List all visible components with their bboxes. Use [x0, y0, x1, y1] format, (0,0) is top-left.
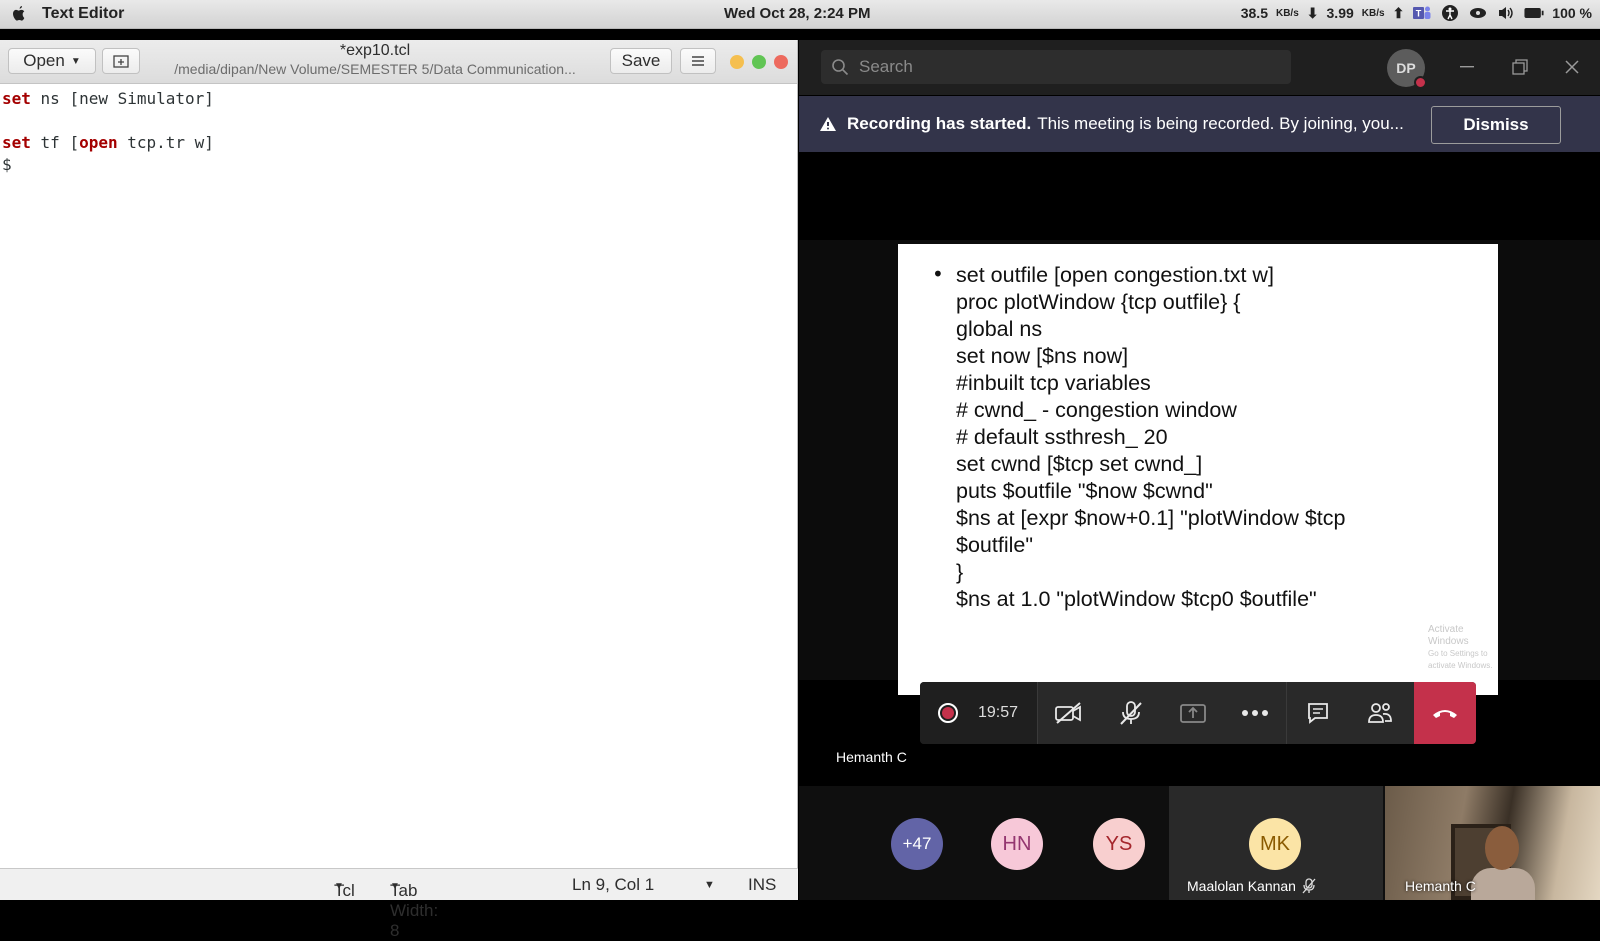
user-avatar[interactable]: DP — [1387, 49, 1427, 89]
code-editor-area[interactable]: set ns [new Simulator] ​set tf [open tcp.… — [2, 88, 214, 176]
teams-titlebar: Search DP — [799, 40, 1600, 95]
minimize-window-button[interactable] — [730, 55, 744, 69]
close-icon[interactable] — [1559, 54, 1585, 80]
presence-badge — [1414, 76, 1427, 89]
svg-text:T: T — [1416, 9, 1422, 19]
banner-message: This meeting is being recorded. By joini… — [1037, 114, 1404, 133]
more-participants-badge[interactable]: +47 — [891, 818, 943, 870]
mic-off-icon — [1302, 878, 1316, 894]
code-line: ​ — [2, 110, 214, 132]
share-screen-button[interactable] — [1162, 682, 1224, 744]
hamburger-menu-button[interactable] — [680, 48, 716, 74]
search-icon — [832, 59, 849, 76]
leave-call-button[interactable] — [1414, 682, 1476, 744]
participant-name: Maalolan Kannan — [1187, 878, 1316, 894]
chevron-down-icon: ▼ — [390, 881, 400, 892]
activation-watermark: Activate Windows Go to Settings to activ… — [1428, 624, 1493, 670]
video-person-face — [1485, 826, 1519, 870]
participant-name: Hemanth C — [1405, 878, 1476, 894]
warning-icon — [820, 117, 836, 131]
maximize-window-button[interactable] — [752, 55, 766, 69]
download-unit: KB/s — [1275, 7, 1299, 19]
upload-speed: 3.99 — [1326, 5, 1354, 21]
editor-statusbar: Tcl ▼ Tab Width: 8 ▼ Ln 9, Col 1 ▼ INS — [0, 868, 798, 940]
status-tray: 38.5 KB/s ⬇ 3.99 KB/s ⬆ T 100 % — [1241, 4, 1592, 22]
participant-avatar: MK — [1249, 818, 1301, 870]
document-title: *exp10.tcl /media/dipan/New Volume/SEMES… — [150, 42, 600, 77]
file-name: *exp10.tcl — [339, 42, 411, 59]
participant-avatar[interactable]: YS — [1093, 818, 1145, 870]
presenter-name-label: Hemanth C — [836, 749, 907, 765]
volume-icon[interactable] — [1496, 4, 1516, 22]
banner-title: Recording has started. — [847, 114, 1032, 133]
minimize-icon[interactable] — [1454, 54, 1480, 80]
camera-off-icon — [1055, 702, 1081, 724]
insert-mode-indicator[interactable]: INS — [748, 875, 776, 895]
new-tab-icon — [113, 55, 129, 68]
upload-unit: KB/s — [1361, 7, 1385, 19]
code-line: $ — [2, 155, 12, 174]
people-icon — [1368, 703, 1392, 723]
chevron-down-icon[interactable]: ▼ — [704, 879, 715, 891]
hang-up-icon — [1433, 710, 1457, 718]
file-path: /media/dipan/New Volume/SEMESTER 5/Data … — [174, 61, 576, 77]
search-placeholder: Search — [859, 57, 913, 76]
battery-percent: 100 % — [1552, 5, 1592, 21]
call-controls-bar: 19:57 — [920, 682, 1476, 744]
chat-icon — [1308, 703, 1328, 724]
apple-icon[interactable] — [10, 5, 28, 23]
shared-slide: • set outfile [open congestion.txt w] pro… — [898, 244, 1498, 695]
participant-gallery: +47 HN YS MK Maalolan Kannan Hemanth C — [799, 786, 1600, 900]
clock[interactable]: Wed Oct 28, 2:24 PM — [724, 5, 870, 22]
restore-icon[interactable] — [1507, 54, 1533, 80]
download-arrow-icon: ⬇ — [1306, 4, 1319, 21]
chat-button[interactable] — [1287, 682, 1349, 744]
open-button-label: Open — [23, 51, 65, 70]
video-person-body — [1471, 868, 1535, 900]
dismiss-button[interactable]: Dismiss — [1431, 106, 1561, 144]
participant-tile[interactable]: MK Maalolan Kannan — [1169, 786, 1383, 900]
hamburger-icon — [692, 56, 704, 66]
cursor-position[interactable]: Ln 9, Col 1 — [572, 875, 654, 895]
upload-arrow-icon: ⬆ — [1392, 4, 1405, 21]
new-document-button[interactable] — [102, 48, 140, 74]
active-app-name[interactable]: Text Editor — [42, 5, 124, 23]
system-menubar: Text Editor Wed Oct 28, 2:24 PM 38.5 KB/… — [0, 0, 1600, 29]
battery-icon[interactable] — [1524, 4, 1544, 22]
mic-off-icon — [1120, 701, 1142, 725]
code-line: set tf [open tcp.tr w] — [2, 133, 214, 152]
close-window-button[interactable] — [774, 55, 788, 69]
search-input[interactable]: Search — [821, 50, 1291, 84]
call-timer: 19:57 — [978, 704, 1019, 721]
accessibility-icon[interactable] — [1440, 4, 1460, 22]
mute-button[interactable] — [1100, 682, 1162, 744]
more-actions-button[interactable] — [1224, 682, 1286, 744]
save-button[interactable]: Save — [610, 48, 672, 74]
chevron-down-icon: ▼ — [334, 881, 344, 892]
participant-video-tile[interactable]: Hemanth C — [1385, 786, 1600, 900]
code-line: set ns [new Simulator] — [2, 89, 214, 108]
share-tray-icon — [1180, 704, 1206, 723]
record-icon — [938, 703, 958, 723]
bullet-icon: • — [932, 262, 944, 286]
recording-indicator: 19:57 — [920, 682, 1038, 744]
editor-headerbar: Open ▼ *exp10.tcl /media/dipan/New Volum… — [0, 40, 797, 84]
camera-off-button[interactable] — [1038, 682, 1100, 744]
download-speed: 38.5 — [1240, 5, 1268, 21]
open-button[interactable]: Open ▼ — [8, 48, 96, 74]
slide-code-text: set outfile [open congestion.txt w] proc … — [956, 263, 1346, 611]
text-editor-window: Open ▼ *exp10.tcl /media/dipan/New Volum… — [0, 40, 798, 940]
visibility-icon[interactable] — [1468, 4, 1488, 22]
participant-avatar[interactable]: HN — [991, 818, 1043, 870]
chevron-down-icon: ▼ — [70, 55, 81, 67]
more-options-icon — [1242, 710, 1268, 716]
teams-tray-icon[interactable]: T — [1412, 4, 1432, 22]
participants-button[interactable] — [1349, 682, 1411, 744]
recording-banner: Recording has started. This meeting is b… — [799, 96, 1600, 152]
